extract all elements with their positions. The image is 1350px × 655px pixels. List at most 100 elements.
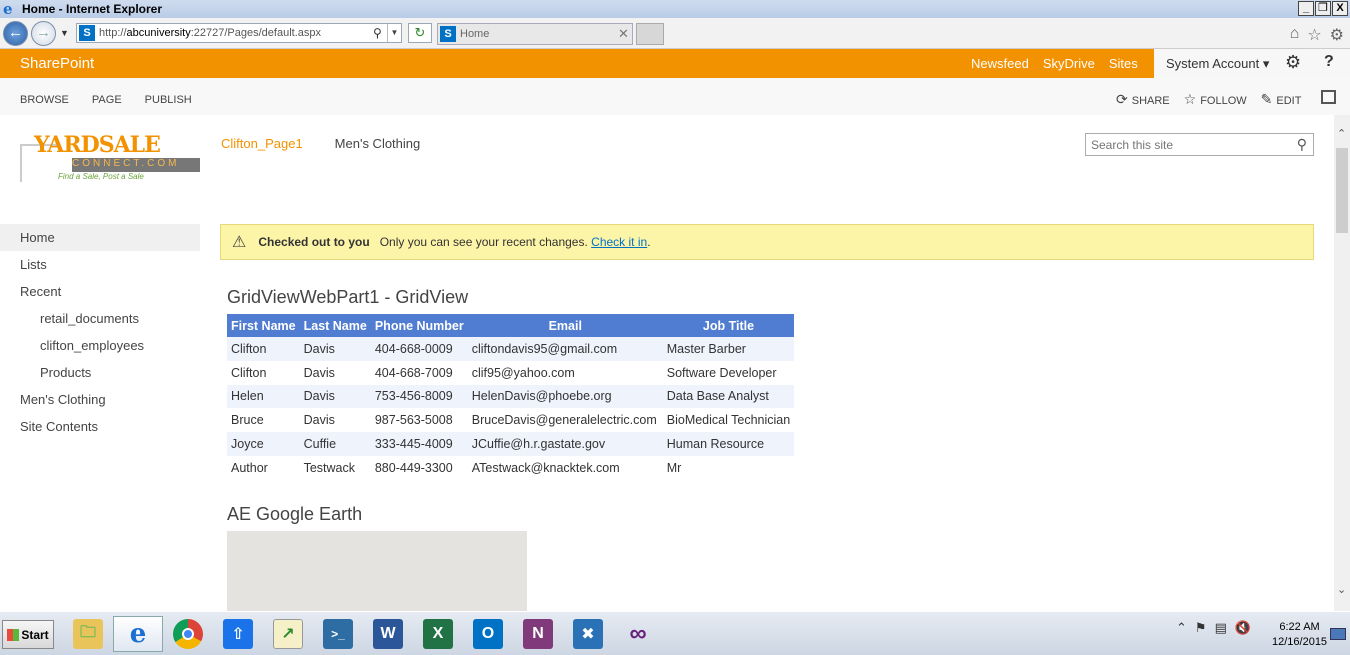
edit-button[interactable]: ✎ EDIT (1261, 91, 1302, 108)
account-menu[interactable]: System Account ▾ (1166, 56, 1269, 72)
search-icon[interactable]: ⚲ (1297, 136, 1307, 153)
column-header: Email (467, 314, 663, 337)
system-clock[interactable]: 6:22 AM 12/16/2015 (1272, 620, 1327, 650)
table-cell: JCuffie@h.r.gastate.gov (467, 432, 663, 456)
upload-arrow-icon[interactable]: ⇧ (213, 616, 263, 652)
table-cell: Human Resource (662, 432, 795, 456)
share-button[interactable]: ⟳ SHARE (1116, 91, 1170, 108)
tab-browse[interactable]: BROWSE (20, 94, 69, 106)
skydrive-link[interactable]: SkyDrive (1043, 56, 1095, 71)
favorites-star-icon[interactable]: ☆ (1307, 25, 1321, 45)
topnav-clifton-page1[interactable]: Clifton_Page1 (221, 136, 303, 151)
clock-time: 6:22 AM (1279, 621, 1320, 633)
table-cell: Mr (666, 460, 682, 475)
tools-icon[interactable]: ✖ (563, 616, 613, 652)
table-cell: Author (231, 460, 268, 475)
leftnav-products[interactable]: Products (0, 359, 200, 386)
leftnav-home[interactable]: Home (0, 224, 200, 251)
speaker-muted-icon[interactable]: 🔇 (1235, 620, 1251, 636)
show-desktop-button[interactable] (1330, 628, 1346, 640)
refresh-button[interactable]: ↻ (408, 23, 432, 43)
gridview-webpart-title: GridViewWebPart1 - GridView (227, 287, 469, 307)
window-controls: _ ❐ X (1298, 1, 1348, 16)
table-cell: Software Developer (666, 365, 777, 380)
leftnav-clifton-employees[interactable]: clifton_employees (0, 332, 200, 359)
minimize-button[interactable]: _ (1298, 1, 1314, 16)
close-tab-icon[interactable]: ✕ (618, 26, 632, 42)
excel-icon[interactable]: X (413, 616, 463, 652)
table-cell: ATestwack@knacktek.com (471, 460, 620, 475)
forward-button[interactable]: → (31, 21, 56, 46)
taskbar-apps: 🗀 e ⇧ ↗ >_ W X O N ✖ ∞ (63, 616, 663, 652)
check-it-in-link[interactable]: Check it in (591, 235, 647, 249)
sharepoint-favicon: S (79, 25, 95, 41)
url-field[interactable]: S http://abcuniversity:22727/Pages/defau… (76, 23, 402, 43)
start-label: Start (21, 627, 49, 642)
back-button[interactable]: ← (3, 21, 28, 46)
powershell-icon[interactable]: >_ (313, 616, 363, 652)
leftnav-lists[interactable]: Lists (0, 251, 200, 278)
gear-icon[interactable]: ⚙ (1330, 25, 1344, 45)
action-center-flag-icon[interactable]: ⚑ (1195, 620, 1207, 636)
close-button[interactable]: X (1332, 1, 1348, 16)
onenote-icon[interactable]: N (513, 616, 563, 652)
home-icon[interactable]: ⌂ (1290, 25, 1300, 45)
tab-page[interactable]: PAGE (92, 94, 122, 106)
sites-link[interactable]: Sites (1109, 56, 1138, 71)
logo-tagline: Find a Sale, Post a Sale (58, 172, 144, 181)
checked-out-notice: ⚠ Checked out to you Only you can see yo… (220, 224, 1314, 260)
search-icon[interactable]: ⚲ (373, 26, 387, 40)
suite-links: Newsfeed SkyDrive Sites (971, 56, 1138, 71)
search-input[interactable] (1086, 134, 1286, 155)
show-hidden-icons-icon[interactable]: ⌃ (1176, 620, 1187, 636)
site-logo[interactable]: YARDSALE CONNECT.COM Find a Sale, Post a… (20, 130, 200, 185)
network-icon[interactable]: ▤ (1215, 620, 1227, 636)
restore-button[interactable]: ❐ (1315, 1, 1331, 16)
help-icon[interactable]: ? (1324, 53, 1334, 71)
sharepoint-brand[interactable]: SharePoint (20, 55, 94, 72)
google-earth-map[interactable] (227, 531, 527, 611)
table-cell: Cuffie (299, 432, 371, 456)
url-text[interactable]: http://abcuniversity:22727/Pages/default… (99, 27, 373, 39)
leftnav-mens-clothing[interactable]: Men's Clothing (0, 386, 200, 413)
chrome-icon[interactable] (163, 616, 213, 652)
outlook-icon[interactable]: O (463, 616, 513, 652)
tab-publish[interactable]: PUBLISH (145, 94, 192, 106)
scroll-thumb[interactable] (1336, 148, 1348, 233)
scroll-down-icon[interactable]: ⌄ (1337, 583, 1346, 596)
table-cell: Master Barber (662, 337, 795, 361)
table-cell: Davis (303, 413, 335, 428)
notepad-chart-icon[interactable]: ↗ (263, 616, 313, 652)
chevron-down-icon[interactable]: ▼ (387, 24, 401, 42)
internet-explorer-icon[interactable]: e (113, 616, 163, 652)
share-icon: ⟳ (1116, 91, 1128, 107)
column-header: Last Name (299, 314, 371, 337)
gridview-table: First Name Last Name Phone Number Email … (227, 314, 795, 480)
table-cell: Bruce (231, 413, 264, 428)
browser-toolbar-icons: ⌂ ☆ ⚙ (1290, 25, 1344, 45)
table-row: Helen Davis 753-456-8009 HelenDavis@phoe… (227, 384, 795, 409)
history-dropdown-icon[interactable]: ▼ (60, 28, 69, 38)
windows-flag-icon (7, 628, 20, 641)
file-explorer-icon[interactable]: 🗀 (63, 616, 113, 652)
browser-tab[interactable]: S Home ✕ (437, 23, 633, 45)
table-cell: Joyce (227, 432, 300, 456)
focus-on-content-icon[interactable] (1321, 90, 1336, 104)
table-cell: 404-668-0009 (370, 337, 468, 361)
table-row: Joyce Cuffie 333-445-4009 JCuffie@h.r.ga… (227, 432, 795, 456)
leftnav-recent[interactable]: Recent (0, 278, 200, 305)
ribbon-tabs: BROWSE PAGE PUBLISH (20, 94, 192, 106)
vertical-scrollbar[interactable]: ⌃ ⌄ (1334, 115, 1350, 611)
scroll-up-icon[interactable]: ⌃ (1337, 127, 1346, 140)
newsfeed-link[interactable]: Newsfeed (971, 56, 1029, 71)
topnav-mens-clothing[interactable]: Men's Clothing (335, 136, 421, 151)
word-icon[interactable]: W (363, 616, 413, 652)
leftnav-retail-documents[interactable]: retail_documents (0, 305, 200, 332)
settings-gear-icon[interactable]: ⚙ (1285, 52, 1301, 73)
visual-studio-icon[interactable]: ∞ (613, 616, 663, 652)
table-cell: Davis (303, 365, 335, 380)
leftnav-site-contents[interactable]: Site Contents (0, 413, 200, 440)
follow-button[interactable]: ☆ FOLLOW (1184, 91, 1247, 108)
new-tab-button[interactable] (636, 23, 664, 45)
start-button[interactable]: Start (2, 620, 54, 649)
